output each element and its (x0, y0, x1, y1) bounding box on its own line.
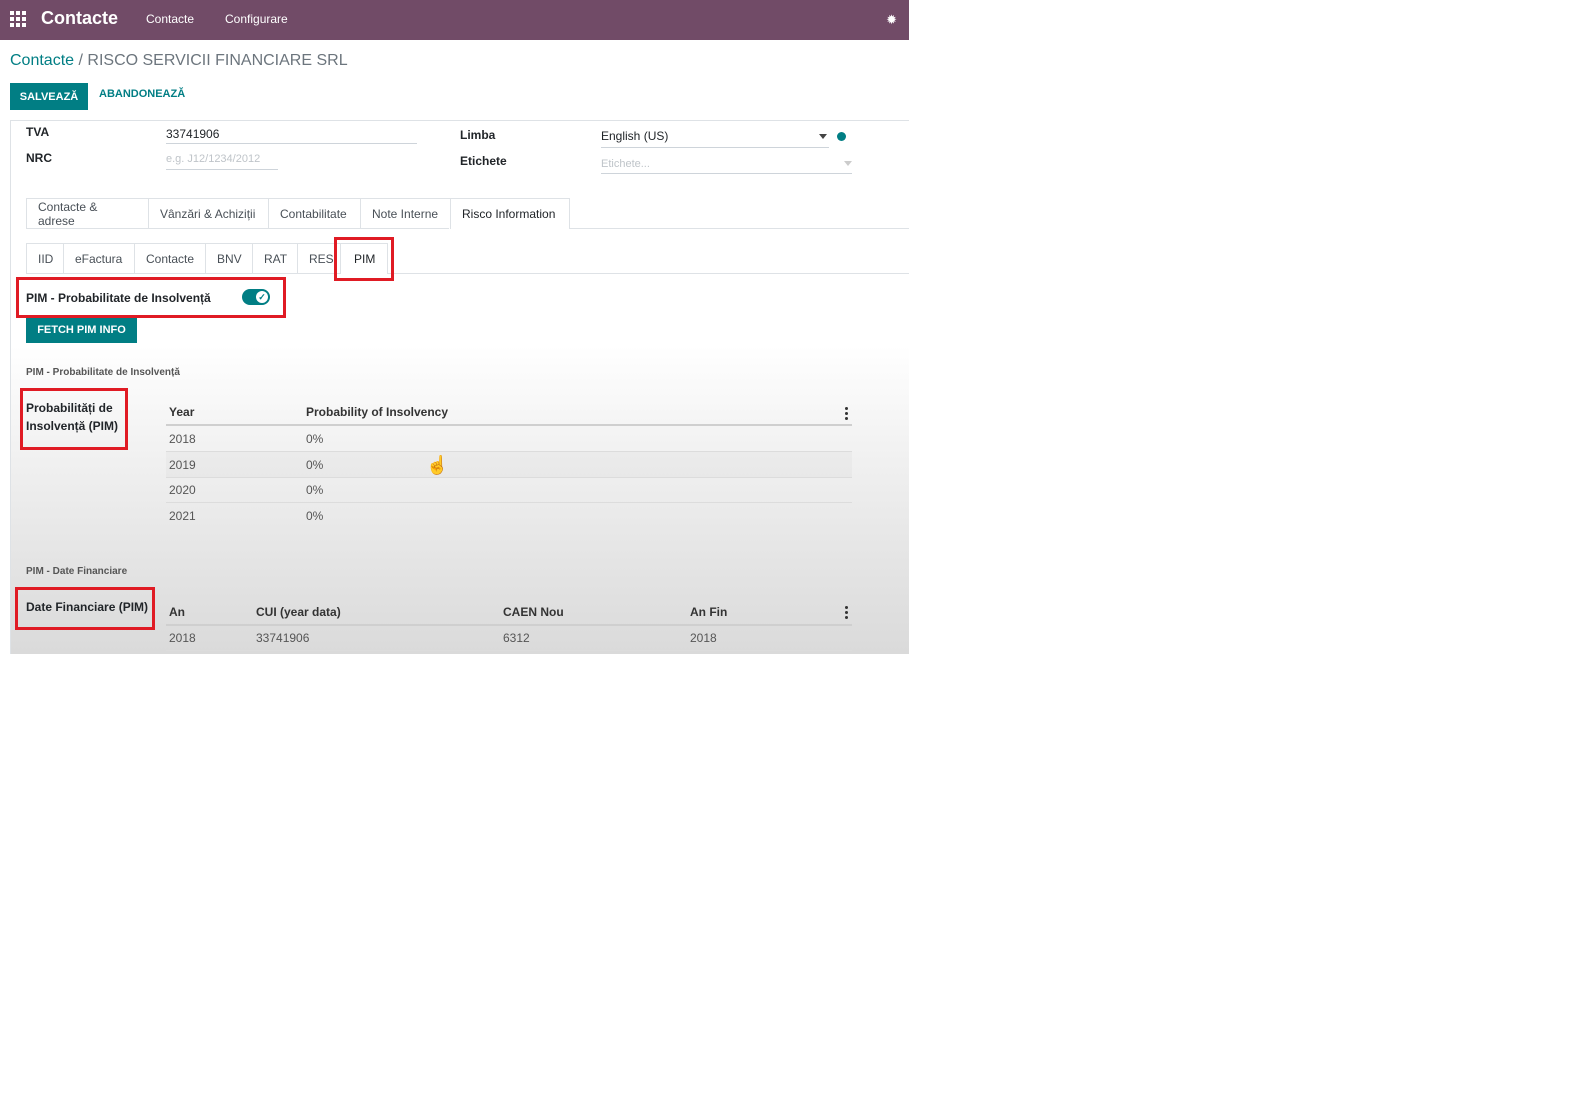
etichete-label: Etichete (460, 154, 507, 168)
globe-icon[interactable] (837, 132, 846, 141)
prob-row-2021-value[interactable]: 0% (306, 509, 323, 523)
row-divider (166, 502, 852, 503)
chevron-down-icon[interactable] (844, 161, 852, 166)
subtabs-baseline (388, 273, 909, 274)
prob-row-2019-value[interactable]: 0% (306, 458, 323, 472)
main-tabs: Contacte & adrese Vânzări & Achiziții Co… (26, 198, 570, 229)
section-title-date-financiare: PIM - Date Financiare (26, 566, 128, 577)
subtab-bnv[interactable]: BNV (205, 243, 253, 273)
col-header-cui[interactable]: CUI (year data) (256, 605, 341, 619)
fetch-pim-info-button[interactable]: FETCH PIM INFO (26, 317, 137, 343)
fin-row-an[interactable]: 2018 (169, 631, 196, 645)
tva-label: TVA (26, 125, 50, 139)
breadcrumb: Contacte / RISCO SERVICII FINANCIARE SRL (10, 52, 348, 70)
prob-row-2018-value[interactable]: 0% (306, 432, 323, 446)
limba-select-underline (601, 147, 829, 148)
fin-row-caen[interactable]: 6312 (503, 631, 530, 645)
debug-bug-icon[interactable]: ✹ (886, 12, 897, 28)
limba-select[interactable]: English (US) (601, 129, 668, 143)
breadcrumb-separator: / (74, 52, 88, 69)
row-stripe (166, 452, 852, 477)
menu-configurare[interactable]: Configurare (225, 12, 288, 26)
subtab-efactura[interactable]: eFactura (63, 243, 135, 273)
hand-cursor-icon: ☝ (426, 455, 449, 475)
tab-vanzari-achizitii[interactable]: Vânzări & Achiziții (148, 198, 269, 228)
table-header-border (166, 624, 852, 626)
nrc-label: NRC (26, 151, 52, 165)
discard-button[interactable]: ABANDONEAZĂ (99, 88, 185, 100)
fin-row-an-fin[interactable]: 2018 (690, 631, 717, 645)
nrc-field-underline (166, 169, 278, 170)
col-header-an[interactable]: An (169, 605, 185, 619)
breadcrumb-contacte-link[interactable]: Contacte (10, 52, 74, 69)
prob-row-2021-year[interactable]: 2021 (169, 509, 196, 523)
save-button[interactable]: SALVEAZĂ (10, 83, 88, 110)
tab-contacte-adrese[interactable]: Contacte & adrese (26, 198, 149, 228)
pim-toggle-switch[interactable]: ✓ (242, 289, 270, 305)
row-divider (166, 650, 852, 651)
col-header-an-fin[interactable]: An Fin (690, 605, 727, 619)
col-header-caen-nou[interactable]: CAEN Nou (503, 605, 564, 619)
apps-menu-icon[interactable] (10, 11, 26, 27)
breadcrumb-current: RISCO SERVICII FINANCIARE SRL (87, 52, 348, 69)
app-brand[interactable]: Contacte (41, 8, 118, 29)
chevron-down-icon[interactable] (819, 134, 827, 139)
app-window: Contacte Contacte Configurare ✹ Contacte… (0, 0, 909, 654)
col-header-probability[interactable]: Probability of Insolvency (306, 405, 448, 419)
top-navbar: Contacte Contacte Configurare ✹ (0, 0, 909, 40)
optional-columns-icon[interactable] (845, 407, 848, 420)
subtab-iid[interactable]: IID (26, 243, 64, 273)
optional-columns-icon[interactable] (845, 606, 848, 619)
subtab-res[interactable]: RES (297, 243, 341, 273)
col-header-year[interactable]: Year (169, 405, 194, 419)
tabs-baseline (569, 228, 909, 229)
row-divider (166, 477, 852, 478)
pim-toggle-label: PIM - Probabilitate de Insolvență (26, 291, 211, 305)
tva-field[interactable]: 33741906 (166, 127, 219, 141)
etichete-field[interactable]: Etichete... (601, 158, 650, 170)
control-panel-divider (10, 120, 909, 121)
nrc-field[interactable]: e.g. J12/1234/2012 (166, 153, 260, 165)
limba-label: Limba (460, 128, 496, 142)
probabilitati-label: Probabilități de Insolvență (PIM) (26, 401, 119, 433)
menu-contacte[interactable]: Contacte (146, 12, 194, 26)
sub-tabs: IID eFactura Contacte BNV RAT RES PIM (26, 243, 388, 274)
etichete-field-underline (601, 173, 852, 174)
prob-row-2019-year[interactable]: 2019 (169, 458, 196, 472)
subtab-contacte[interactable]: Contacte (134, 243, 206, 273)
tab-note-interne[interactable]: Note Interne (360, 198, 451, 228)
subtabs-baseline (26, 273, 340, 274)
fin-row-cui[interactable]: 33741906 (256, 631, 309, 645)
row-divider (166, 451, 852, 452)
tab-risco-information[interactable]: Risco Information (450, 198, 570, 229)
prob-row-2020-value[interactable]: 0% (306, 483, 323, 497)
subtab-rat[interactable]: RAT (252, 243, 298, 273)
tva-field-underline (166, 143, 417, 144)
prob-row-2018-year[interactable]: 2018 (169, 432, 196, 446)
table-header-border (166, 424, 852, 426)
subtab-pim[interactable]: PIM (340, 243, 388, 274)
section-title-probabilitate: PIM - Probabilitate de Insolvență (26, 367, 180, 378)
check-icon: ✓ (256, 291, 268, 303)
date-financiare-label: Date Financiare (PIM) (26, 600, 149, 614)
prob-row-2020-year[interactable]: 2020 (169, 483, 196, 497)
tab-contabilitate[interactable]: Contabilitate (268, 198, 361, 228)
tabs-baseline (26, 228, 449, 229)
